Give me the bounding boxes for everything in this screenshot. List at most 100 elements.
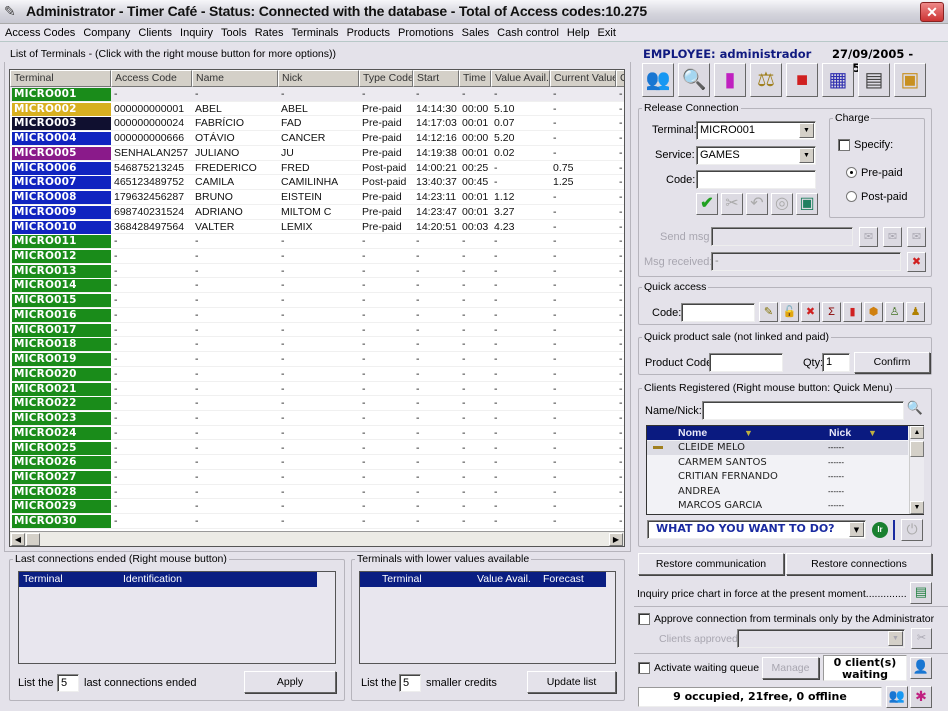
table-row[interactable]: MICRO024- - - - - - - - - — [10, 425, 624, 441]
table-row[interactable]: MICRO004 000000000666 OTÁVIO CANCER Pre-paid… — [10, 131, 624, 146]
table-row[interactable]: MICRO005 SENHALAN257 JULIANO JU Pre-paid 14:1… — [10, 145, 624, 161]
table-row[interactable]: MICRO010 368428497564 VALTER LEMIX Pre-paid 1… — [10, 219, 624, 235]
scroll-down-icon[interactable]: ▼ — [910, 501, 924, 514]
send-msg-all-button[interactable]: ✉ — [883, 227, 902, 247]
lower-values-count-input[interactable]: 5 — [399, 674, 421, 692]
approve-checkbox[interactable] — [638, 613, 650, 625]
column-header-type[interactable]: Type Code — [359, 70, 413, 87]
scroll-up-icon[interactable]: ▲ — [910, 426, 924, 439]
client-row[interactable]: MARCOS GARCIA ------ — [647, 499, 908, 513]
column-header-current[interactable]: Current Value — [550, 70, 616, 87]
column-header-avail[interactable]: Value Avail. — [491, 70, 550, 87]
confirm-sale-button[interactable]: Confirm — [854, 352, 930, 373]
cash-register-button[interactable]: ▤ — [858, 63, 890, 97]
table-row[interactable]: MICRO030- - - - - - - - - — [10, 514, 624, 529]
table-row[interactable]: MICRO019- - - - - - - - - — [10, 352, 624, 367]
table-row[interactable]: MICRO016- - - - - - - - - — [10, 307, 624, 323]
record-button[interactable]: ◎ — [771, 193, 793, 215]
undo-button[interactable]: ↶ — [746, 193, 768, 215]
table-row[interactable]: MICRO002 000000000001 ABEL ABEL Pre-paid 14:1… — [10, 101, 624, 117]
clear-approved-button[interactable]: ✂ — [911, 628, 932, 649]
qty-input[interactable]: 1 — [822, 353, 850, 372]
clients-approved-select[interactable]: ▼ — [737, 629, 905, 648]
menu-clients[interactable]: Clients — [133, 24, 175, 41]
table-row[interactable]: MICRO018- - - - - - - - - — [10, 337, 624, 353]
table-row[interactable]: MICRO023- - - - - - - - - — [10, 411, 624, 426]
inquiry-price-button[interactable]: ▤ — [910, 582, 932, 604]
table-row[interactable]: MICRO026- - - - - - - - - — [10, 455, 624, 470]
col-identification[interactable]: Identification — [123, 572, 182, 587]
action-select[interactable]: WHAT DO YOU WANT TO DO? ▼ — [647, 520, 866, 539]
col-terminal[interactable]: Terminal — [382, 572, 422, 587]
table-row[interactable]: MICRO020- - - - - - - - - — [10, 366, 624, 382]
menu-inquiry[interactable]: Inquiry — [175, 24, 216, 41]
menu-rates[interactable]: Rates — [250, 24, 287, 41]
col-terminal[interactable]: Terminal — [23, 572, 63, 587]
quick-edit-button[interactable]: ✎ — [759, 302, 778, 322]
go-button[interactable]: Ir — [872, 522, 888, 538]
quick-card-button[interactable]: ▮ — [843, 302, 862, 322]
clients-list[interactable]: Nome ▼ Nick ▼ ▬ CLEIDE MELO ------ CARMEM S… — [646, 425, 924, 515]
quick-code-input[interactable] — [681, 303, 755, 322]
chevron-down-icon[interactable]: ▼ — [849, 522, 864, 537]
disconnect-button[interactable]: ✂ — [721, 193, 743, 215]
table-row[interactable]: MICRO007 465123489752 CAMILA CAMILINHA Post-… — [10, 175, 624, 191]
quick-box-button[interactable]: ⬢ — [864, 302, 883, 322]
table-row[interactable]: MICRO013- - - - - - - - - — [10, 263, 624, 279]
menu-terminals[interactable]: Terminals — [286, 24, 341, 41]
waiting-queue-checkbox[interactable] — [638, 662, 650, 674]
menu-exit[interactable]: Exit — [593, 24, 619, 41]
clients-button[interactable]: 👥 — [642, 63, 674, 97]
quick-unlock-button[interactable]: 🔓 — [780, 302, 799, 322]
product-code-input[interactable] — [709, 353, 783, 372]
table-row[interactable]: MICRO015- - - - - - - - - — [10, 293, 624, 308]
column-header-name[interactable]: Name — [192, 70, 278, 87]
postpaid-radio[interactable] — [846, 191, 857, 202]
add-terminal-button[interactable]: ▣ — [796, 193, 818, 215]
chevron-down-icon[interactable]: ▼ — [799, 148, 814, 163]
network-button[interactable]: ✱ — [910, 686, 932, 708]
confirm-button[interactable]: ✔ — [696, 193, 718, 215]
chevron-down-icon[interactable]: ▼ — [888, 631, 903, 646]
client-row[interactable]: ▬ CLEIDE MELO ------ — [647, 441, 908, 455]
chevron-down-icon[interactable]: ▼ — [799, 123, 814, 138]
service-select[interactable]: GAMES ▼ — [696, 146, 816, 165]
column-header-start[interactable]: Start — [413, 70, 459, 87]
column-header-code[interactable]: Access Code — [111, 70, 192, 87]
quick-chair-button[interactable]: ♙ — [885, 302, 904, 322]
quick-person-button[interactable]: ♟ — [906, 302, 925, 322]
access-codes-button[interactable]: ▦ — [822, 63, 854, 97]
table-row[interactable]: MICRO008 179632456287 BRUNO EISTEIN Pre-paid… — [10, 190, 624, 205]
table-row[interactable]: MICRO029- - - - - - - - - — [10, 499, 624, 515]
menu-promotions[interactable]: Promotions — [393, 24, 457, 41]
scroll-left-icon[interactable]: ◀ — [11, 533, 25, 546]
table-row[interactable]: MICRO001- - - - - - - - - — [10, 87, 624, 102]
name-nick-input[interactable] — [702, 401, 904, 420]
rates-button[interactable]: ⚖ — [750, 63, 782, 97]
send-msg-button[interactable]: ✉ — [859, 227, 878, 247]
restore-connections-button[interactable]: Restore connections — [786, 553, 932, 575]
code-input[interactable] — [696, 170, 816, 189]
table-row[interactable]: MICRO003 000000000024 FABRÍCIO FAD Pre-paid 1… — [10, 116, 624, 132]
column-header-time[interactable]: Time — [459, 70, 491, 87]
table-row[interactable]: MICRO006 546875213245 FREDERICO FRED Post-pa… — [10, 160, 624, 176]
col-nome[interactable]: Nome — [678, 426, 707, 440]
quick-delete-button[interactable]: ✖ — [801, 302, 820, 322]
column-header-terminal[interactable]: Terminal — [10, 70, 111, 87]
table-row[interactable]: MICRO012- - - - - - - - - — [10, 249, 624, 264]
close-button[interactable]: ✕ — [920, 2, 944, 22]
clear-msg-button[interactable]: ✉ — [907, 227, 926, 247]
column-header-g[interactable]: G — [616, 70, 624, 87]
specify-checkbox[interactable] — [838, 139, 850, 151]
client-row[interactable]: CARMEM SANTOS ------ — [647, 456, 908, 470]
client-row[interactable]: CRITIAN FERNANDO ------ — [647, 470, 908, 484]
users-button[interactable]: 👥 — [886, 686, 908, 708]
menu-tools[interactable]: Tools — [216, 24, 250, 41]
stock-button[interactable]: ▣ — [894, 63, 926, 97]
quick-sum-button[interactable]: Σ — [822, 302, 841, 322]
scroll-thumb[interactable] — [910, 441, 924, 457]
lower-values-list[interactable]: Terminal Value Avail. Forecast — [359, 571, 616, 664]
table-row[interactable]: MICRO017- - - - - - - - - — [10, 322, 624, 338]
restore-communication-button[interactable]: Restore communication — [638, 553, 784, 575]
col-forecast[interactable]: Forecast — [543, 572, 584, 587]
